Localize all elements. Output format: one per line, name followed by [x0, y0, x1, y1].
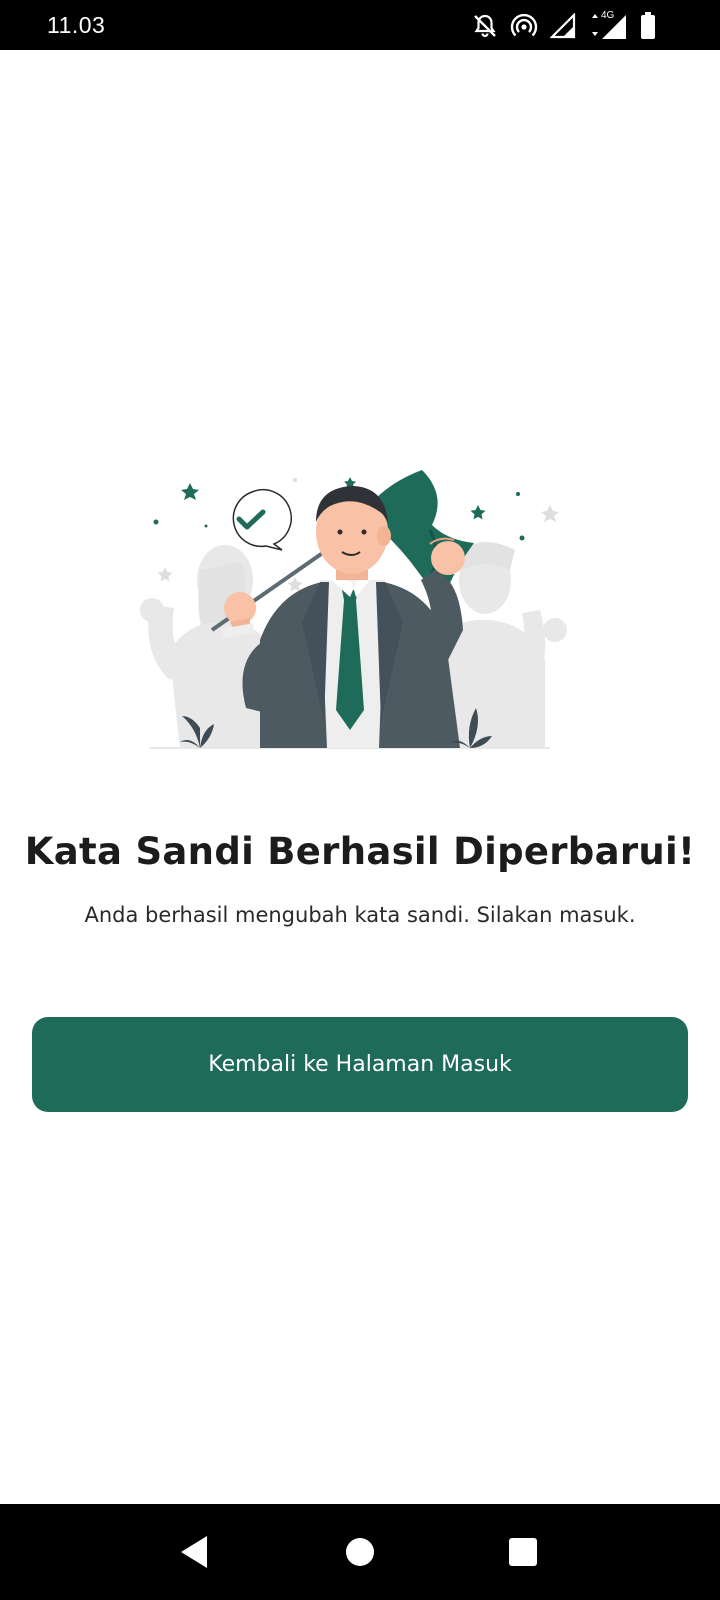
status-time: 11.03	[47, 12, 106, 38]
page-subtitle: Anda berhasil mengubah kata sandi. Silak…	[84, 903, 636, 927]
system-nav-bar	[0, 1504, 720, 1600]
signal-4g-icon: 4G	[588, 10, 628, 40]
battery-icon	[640, 12, 656, 40]
success-illustration	[130, 460, 590, 770]
back-to-login-button[interactable]: Kembali ke Halaman Masuk	[32, 1017, 688, 1112]
recents-icon[interactable]	[503, 1532, 543, 1572]
hotspot-icon	[510, 13, 538, 39]
network-type-label: 4G	[601, 10, 615, 21]
password-updated-screen: 11.03 4G Kata Sandi Berhasil Diperbarui!…	[0, 0, 720, 1600]
status-bar: 11.03 4G	[0, 0, 720, 50]
back-icon[interactable]	[174, 1532, 214, 1572]
home-icon[interactable]	[340, 1532, 380, 1572]
notifications-off-icon	[472, 13, 498, 39]
signal-icon	[550, 13, 576, 39]
page-title: Kata Sandi Berhasil Diperbarui!	[24, 830, 696, 873]
status-icons: 4G	[472, 10, 656, 41]
